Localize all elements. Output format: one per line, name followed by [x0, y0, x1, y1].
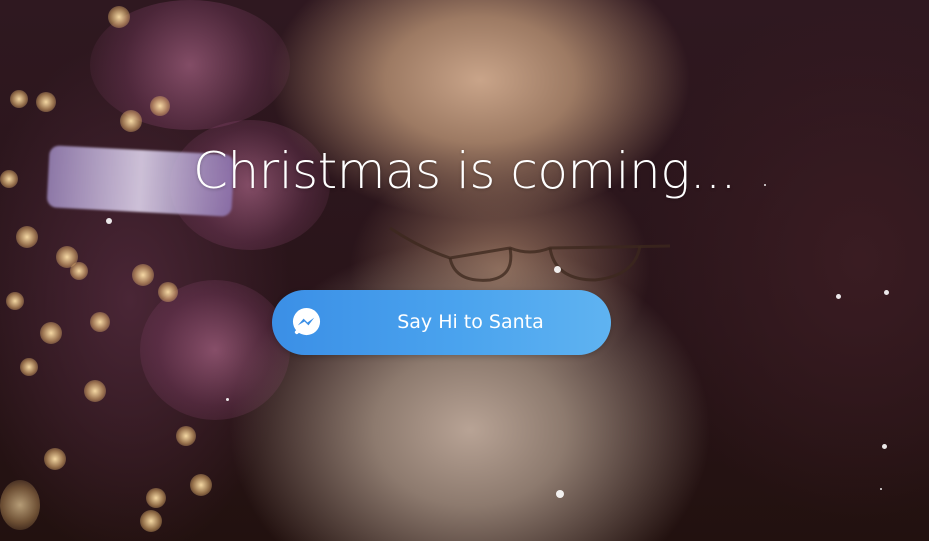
hero-section: Christmas is coming... Say Hi to Santa	[0, 0, 929, 541]
say-hi-to-santa-button[interactable]: Say Hi to Santa	[272, 290, 611, 355]
glasses-shape	[389, 226, 671, 282]
cta-label: Say Hi to Santa	[397, 311, 544, 333]
page-title: Christmas is coming...	[193, 142, 736, 200]
messenger-icon	[292, 307, 321, 336]
